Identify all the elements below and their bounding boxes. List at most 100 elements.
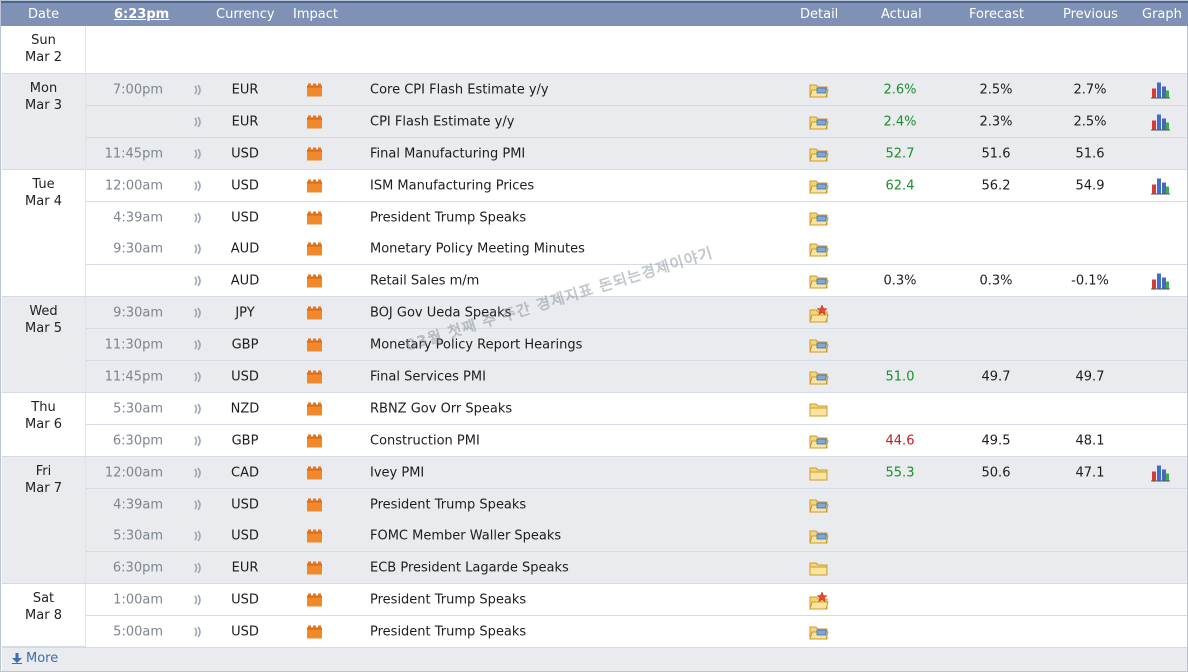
table-row[interactable]: 5:30am NZD RBNZ Gov Orr Speaks: [86, 393, 1187, 425]
sound-icon[interactable]: [193, 435, 203, 447]
event-title[interactable]: ISM Manufacturing Prices: [370, 178, 534, 193]
event-title[interactable]: Ivey PMI: [370, 465, 424, 480]
table-row[interactable]: 4:39am USD President Trump Speaks: [86, 202, 1187, 234]
folder-closed-icon[interactable]: [809, 465, 829, 481]
day-cell: Sun Mar 2: [2, 26, 86, 74]
event-title[interactable]: BOJ Gov Ueda Speaks: [370, 305, 511, 320]
sound-icon[interactable]: [193, 371, 203, 383]
event-title[interactable]: Construction PMI: [370, 433, 480, 448]
table-row[interactable]: 11:30pm GBP Monetary Policy Report Hearing…: [86, 329, 1187, 361]
event-title[interactable]: President Trump Speaks: [370, 210, 526, 225]
event-currency: AUD: [230, 241, 260, 256]
table-row[interactable]: 12:00am USD ISM Manufacturing Prices 62.4 56…: [86, 170, 1187, 202]
sound-icon[interactable]: [193, 467, 203, 479]
event-currency: JPY: [235, 305, 255, 320]
event-actual: 0.3%: [883, 273, 917, 288]
day-date: Mar 4: [25, 194, 62, 209]
impact-high-icon: [307, 625, 322, 638]
more-link[interactable]: More: [26, 651, 58, 666]
folder-icon[interactable]: [809, 528, 829, 544]
event-time: 11:45pm: [104, 146, 163, 161]
folder-icon[interactable]: [809, 497, 829, 513]
folder-star-icon[interactable]: [809, 590, 829, 609]
event-title[interactable]: RBNZ Gov Orr Speaks: [370, 401, 512, 416]
folder-icon[interactable]: [809, 146, 829, 162]
folder-icon[interactable]: [809, 82, 829, 98]
table-row[interactable]: 7:00pm EUR Core CPI Flash Estimate y/y 2.6%…: [86, 74, 1187, 106]
empty-day-row: [86, 26, 1187, 74]
event-title[interactable]: Final Services PMI: [370, 369, 486, 384]
event-title[interactable]: Retail Sales m/m: [370, 273, 479, 288]
sound-icon[interactable]: [193, 499, 203, 511]
event-actual: 44.6: [885, 433, 915, 448]
folder-icon[interactable]: [809, 369, 829, 385]
event-time: 11:45pm: [104, 369, 163, 384]
impact-high-icon: [307, 83, 322, 96]
table-row[interactable]: 5:00am USD President Trump Speaks: [86, 616, 1187, 648]
folder-icon[interactable]: [809, 337, 829, 353]
event-title[interactable]: Monetary Policy Meeting Minutes: [370, 241, 585, 256]
sound-icon[interactable]: [193, 148, 203, 160]
table-row[interactable]: AUD Retail Sales m/m 0.3% 0.3% -0.1%: [86, 265, 1187, 297]
folder-icon[interactable]: [809, 433, 829, 449]
sound-icon[interactable]: [193, 562, 203, 574]
table-row[interactable]: 6:30pm EUR ECB President Lagarde Speaks: [86, 552, 1187, 584]
sound-icon[interactable]: [193, 626, 203, 638]
bar-chart-icon[interactable]: [1151, 81, 1170, 98]
table-row[interactable]: 4:39am USD President Trump Speaks: [86, 489, 1187, 521]
event-actual: 55.3: [885, 465, 915, 480]
bar-chart-icon[interactable]: [1151, 177, 1170, 194]
day-cell: Fri Mar 7: [2, 457, 86, 584]
sound-icon[interactable]: [193, 275, 203, 287]
table-row[interactable]: 5:30am USD FOMC Member Waller Speaks: [86, 520, 1187, 552]
event-time: 5:30am: [113, 401, 163, 416]
table-row[interactable]: 9:30am JPY BOJ Gov Ueda Speaks: [86, 297, 1187, 329]
folder-closed-icon[interactable]: [809, 560, 829, 576]
table-header: Date 6:23pm Currency Impact Detail Actua…: [1, 1, 1188, 26]
sound-icon[interactable]: [193, 594, 203, 606]
folder-icon[interactable]: [809, 114, 829, 130]
event-title[interactable]: President Trump Speaks: [370, 592, 526, 607]
sound-icon[interactable]: [193, 212, 203, 224]
sound-icon[interactable]: [193, 116, 203, 128]
current-time-link[interactable]: 6:23pm: [114, 7, 169, 22]
sound-icon[interactable]: [193, 180, 203, 192]
table-row[interactable]: 9:30am AUD Monetary Policy Meeting Minutes: [86, 233, 1187, 265]
table-row[interactable]: 12:00am CAD Ivey PMI 55.3 50.6 47.1: [86, 457, 1187, 489]
bar-chart-icon[interactable]: [1151, 272, 1170, 289]
table-row[interactable]: EUR CPI Flash Estimate y/y 2.4% 2.3% 2.5%: [86, 106, 1187, 138]
event-title[interactable]: Core CPI Flash Estimate y/y: [370, 82, 549, 97]
folder-icon[interactable]: [809, 241, 829, 257]
event-title[interactable]: FOMC Member Waller Speaks: [370, 528, 561, 543]
table-row[interactable]: 11:45pm USD Final Manufacturing PMI 52.7 51.…: [86, 138, 1187, 170]
table-row[interactable]: 6:30pm GBP Construction PMI 44.6 49.5 48.1: [86, 425, 1187, 457]
event-currency: USD: [231, 178, 259, 193]
event-title[interactable]: President Trump Speaks: [370, 497, 526, 512]
table-row[interactable]: 1:00am USD President Trump Speaks: [86, 584, 1187, 616]
sound-icon[interactable]: [193, 307, 203, 319]
day-of-week: Sun: [31, 33, 56, 48]
day-cell: Thu Mar 6: [2, 393, 86, 457]
event-title[interactable]: CPI Flash Estimate y/y: [370, 114, 514, 129]
folder-closed-icon[interactable]: [809, 401, 829, 417]
sound-icon[interactable]: [193, 403, 203, 415]
event-title[interactable]: President Trump Speaks: [370, 624, 526, 639]
table-row[interactable]: 11:45pm USD Final Services PMI 51.0 49.7 49.7: [86, 361, 1187, 393]
folder-icon[interactable]: [809, 178, 829, 194]
sound-icon[interactable]: [193, 339, 203, 351]
impact-high-icon: [307, 529, 322, 542]
sound-icon[interactable]: [193, 243, 203, 255]
folder-icon[interactable]: [809, 624, 829, 640]
event-title[interactable]: Final Manufacturing PMI: [370, 146, 525, 161]
folder-star-icon[interactable]: [809, 303, 829, 322]
bar-chart-icon[interactable]: [1151, 464, 1170, 481]
bar-chart-icon[interactable]: [1151, 113, 1170, 130]
event-title[interactable]: ECB President Lagarde Speaks: [370, 560, 569, 575]
event-title[interactable]: Monetary Policy Report Hearings: [370, 337, 582, 352]
sound-icon[interactable]: [193, 84, 203, 96]
sound-icon[interactable]: [193, 530, 203, 542]
event-currency: USD: [231, 146, 259, 161]
folder-icon[interactable]: [809, 210, 829, 226]
more-bar[interactable]: More: [2, 647, 1187, 671]
folder-icon[interactable]: [809, 273, 829, 289]
